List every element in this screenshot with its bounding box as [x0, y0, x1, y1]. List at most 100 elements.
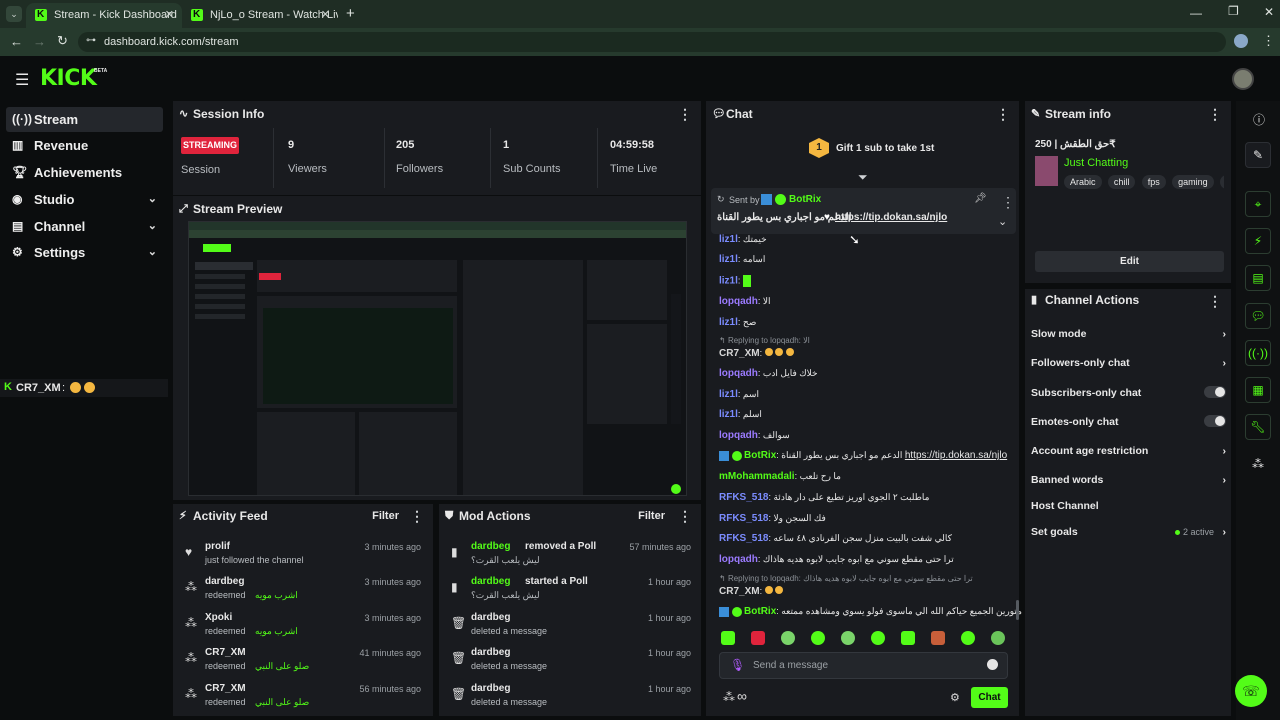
edit-pencil-icon[interactable]: ✎	[1245, 142, 1271, 168]
emoji-picker-icon[interactable]	[987, 659, 998, 670]
activity-item: ⁂ dardbeg redeemed اشرب مويه 3 minutes a…	[185, 576, 421, 600]
trash-icon: 🗑︎	[451, 651, 467, 665]
chat-input-placeholder: Send a message	[753, 660, 829, 671]
emotes-only-toggle[interactable]	[1204, 415, 1226, 427]
nav-item-revenue[interactable]: ▥ Revenue	[6, 133, 163, 158]
infinity-icon[interactable]: ∞	[737, 688, 747, 704]
more-icon[interactable]: ⋮	[1208, 294, 1222, 308]
clipboard-icon[interactable]: ▤	[1245, 265, 1271, 291]
nav-item-settings[interactable]: ⚙ Settings ⌄	[6, 240, 163, 265]
mod-filter-button[interactable]: Filter	[638, 504, 665, 528]
tag-chip[interactable]: fps	[1141, 175, 1166, 189]
subscribers-only-toggle[interactable]	[1204, 386, 1226, 398]
nav-item-channel[interactable]: ▤ Channel ⌄	[6, 214, 163, 239]
activity-filter-button[interactable]: Filter	[372, 504, 399, 528]
pin-icon[interactable]: 📌︎	[974, 193, 987, 204]
banned-words-row[interactable]: Banned words ›	[1031, 471, 1226, 500]
kick-logo[interactable]: KICK	[40, 66, 97, 91]
divider	[597, 128, 598, 188]
mod-item: 🗑︎ dardbeg deleted a message 1 hour ago	[451, 683, 691, 707]
support-chat-icon[interactable]: ☏	[1235, 675, 1267, 707]
followers-only-row[interactable]: Followers-only chat ›	[1031, 354, 1226, 383]
stream-preview-video[interactable]	[188, 221, 687, 496]
lightning-icon: ⚡︎	[179, 510, 187, 522]
browser-menu-icon[interactable]: ⋮	[1262, 33, 1275, 49]
forward-arrow-icon[interactable]: →	[33, 34, 46, 49]
chevron-right-icon: ›	[1222, 357, 1227, 369]
chat-bubble-icon[interactable]: 💬︎	[1245, 303, 1271, 329]
address-bar[interactable]: ⊶ dashboard.kick.com/stream	[78, 32, 1226, 52]
edit-stream-info-button[interactable]: Edit	[1035, 251, 1224, 272]
points-icon[interactable]: ⁂	[1252, 457, 1264, 471]
gift-sub-leaderboard[interactable]: Gift 1 sub to take 1st	[836, 143, 934, 154]
nav-item-achievements[interactable]: 🏆︎ Achievements	[6, 160, 163, 185]
emote-icon[interactable]	[991, 631, 1005, 645]
close-tab-icon[interactable]: ✕	[165, 3, 174, 27]
stat-sub-counts: 1 Sub Counts	[503, 139, 561, 175]
host-channel-row[interactable]: Host Channel	[1031, 497, 1226, 526]
chat-message: mMohammadali: ما رح تلعب	[719, 471, 841, 482]
slow-mode-row[interactable]: Slow mode ›	[1031, 325, 1226, 354]
broadcast-icon[interactable]: ((·))	[1245, 340, 1271, 366]
emote-icon[interactable]	[871, 631, 885, 645]
nav-item-stream[interactable]: ((·)) Stream	[6, 107, 163, 132]
chat-scrollbar[interactable]	[1016, 600, 1019, 620]
more-icon[interactable]: ⋮	[678, 107, 692, 121]
trash-icon: 🗑︎	[451, 687, 467, 701]
new-tab-button[interactable]: +	[346, 5, 355, 22]
wrench-icon[interactable]: 🔧︎	[1245, 414, 1271, 440]
hamburger-menu-icon[interactable]: ☰	[15, 70, 29, 90]
emote-icon	[742, 275, 751, 287]
tab-stream-dashboard[interactable]: Stream - Kick Dashboard ✕	[26, 3, 182, 28]
verified-badge-icon	[775, 194, 786, 205]
microphone-icon[interactable]: 🎙︎	[730, 658, 745, 672]
account-age-row[interactable]: Account age restriction ›	[1031, 442, 1226, 471]
emote-icon[interactable]	[781, 631, 795, 645]
tag-chip[interactable]: chill	[1107, 175, 1136, 189]
emote-icon[interactable]	[721, 631, 735, 645]
tab-search-button[interactable]: ⌄	[6, 6, 22, 22]
info-icon[interactable]: ⓘ	[1253, 111, 1265, 128]
site-info-icon[interactable]: ⊶	[86, 35, 96, 46]
chat-overlay: K CR7_XM :	[0, 379, 168, 397]
chat-input[interactable]: 🎙︎ Send a message	[719, 652, 1008, 679]
chat-send-button[interactable]: Chat	[971, 687, 1008, 708]
profile-avatar-icon[interactable]	[1234, 34, 1248, 48]
emote-icon[interactable]	[751, 631, 765, 645]
set-goals-row[interactable]: Set goals 2 active ›	[1031, 523, 1226, 552]
tab-njlo-stream[interactable]: NjLo_o Stream - Watch Live on ✕	[182, 3, 338, 28]
emote-icon[interactable]	[841, 631, 855, 645]
chat-settings-gear-icon[interactable]: ⚙	[950, 691, 960, 704]
back-arrow-icon[interactable]: ←	[10, 34, 23, 49]
chevron-down-icon[interactable]: ⌄	[998, 215, 1007, 228]
points-icon[interactable]: ⁂	[723, 690, 735, 704]
user-avatar[interactable]	[1232, 68, 1254, 90]
more-icon[interactable]: ⋮	[1208, 107, 1222, 121]
emote-icon[interactable]	[961, 631, 975, 645]
collapse-icon[interactable]: ⏷	[858, 170, 868, 185]
pinned-link[interactable]: https://tip.dokan.sa/njlo	[835, 212, 947, 223]
layout-icon[interactable]: ▦	[1245, 377, 1271, 403]
close-tab-icon[interactable]: ✕	[321, 3, 330, 27]
more-icon[interactable]: ⋮	[410, 509, 424, 523]
more-icon[interactable]: ⋮	[996, 107, 1010, 121]
stream-category[interactable]: Just Chatting	[1064, 157, 1128, 169]
lightning-icon[interactable]: ⚡︎	[1245, 228, 1271, 254]
session-label: Session	[181, 164, 221, 176]
reload-icon[interactable]: ↻	[57, 33, 68, 49]
activity-item: ⁂ CR7_XM redeemed صلو على النبي 56 minut…	[185, 683, 421, 707]
maximize-button[interactable]: ❐	[1228, 4, 1239, 18]
tag-chip[interactable]: fun	[1219, 175, 1224, 189]
more-icon[interactable]: ⋮	[1001, 195, 1015, 209]
chat-link[interactable]: https://tip.dokan.sa/njlo	[905, 450, 1007, 461]
emote-icon[interactable]	[931, 631, 945, 645]
nav-item-studio[interactable]: ◉ Studio ⌄	[6, 187, 163, 212]
tag-chip[interactable]: gaming	[1172, 175, 1214, 189]
more-icon[interactable]: ⋮	[678, 509, 692, 523]
minimize-button[interactable]: —	[1190, 6, 1202, 20]
target-icon[interactable]: ⌖	[1245, 191, 1271, 217]
emote-icon[interactable]	[901, 631, 915, 645]
tag-chip[interactable]: Arabic	[1064, 175, 1102, 189]
emote-icon[interactable]	[811, 631, 825, 645]
window-close-button[interactable]: ✕	[1264, 5, 1274, 19]
